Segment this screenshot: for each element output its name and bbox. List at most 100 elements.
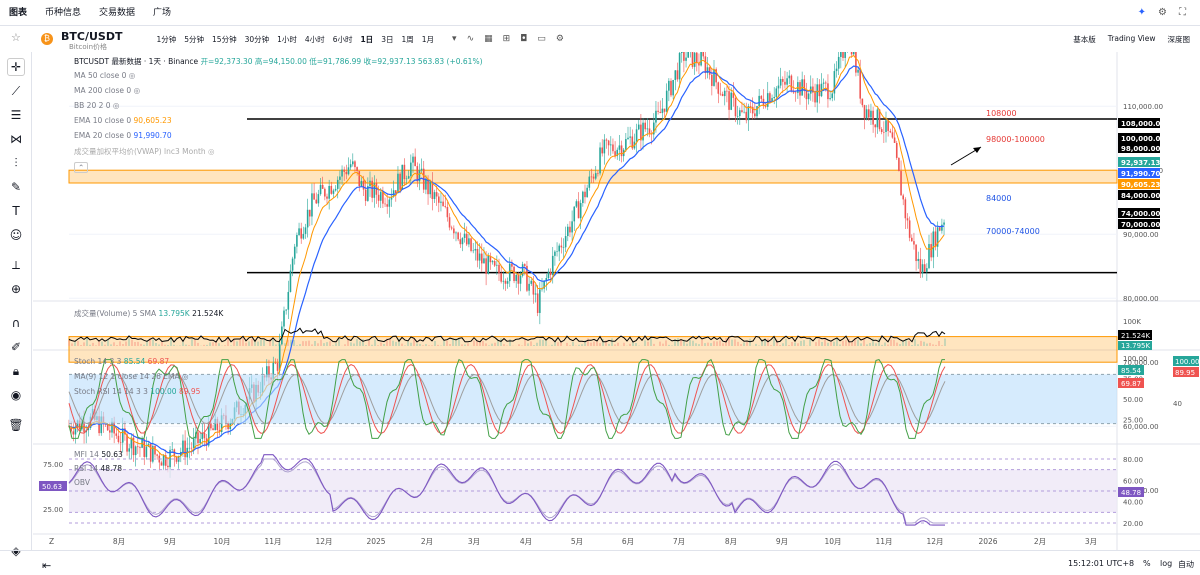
brush-icon[interactable]: ✎ [7,178,25,196]
candle-body [919,258,922,274]
interval-10[interactable]: 1月 [418,34,438,45]
candle-body [870,110,872,118]
lock-drawing-icon[interactable]: ✐ [7,338,25,356]
candle-body [816,84,818,103]
stoch-legend[interactable]: Stoch 14 3 3 85.54 69.87 [74,357,169,366]
tab-square[interactable]: 广场 [144,0,180,26]
stoch-tag: 85.54 [1121,367,1142,375]
clock-readout[interactable]: 15:12:01 UTC+8 [1068,559,1134,568]
candle-body [876,109,879,128]
calendar-icon[interactable]: ⇤ [42,559,51,572]
interval-0[interactable]: 1分钟 [152,34,180,45]
candle-body [868,109,870,118]
interval-6[interactable]: 6小时 [329,34,357,45]
chart-toolbar: ☆ ₿ BTC/USDT Bitcoin价格 1分钟 5分钟 15分钟 30分钟 1小时… [0,27,1200,52]
fib-icon[interactable]: ⫶ [7,154,25,172]
mfi-legend[interactable]: MFI 14 50.63 [74,450,123,459]
candle-body [377,194,380,201]
stoch-ma-legend[interactable]: MA(9) 12 1 close 14 26 EMA ◎ [74,372,189,381]
crosshair-icon[interactable]: ✛ [7,58,25,76]
dropdown-icon[interactable]: ▾ [452,34,457,44]
sparkle-icon[interactable]: ✦ [1138,7,1146,18]
candle-body [590,176,593,178]
layout-icon[interactable]: ▦ [484,34,493,44]
interval-7[interactable]: 1日 [356,34,377,45]
interval-4[interactable]: 1小时 [273,34,301,45]
fullscreen-icon[interactable]: ⛶ [1179,7,1186,18]
ruler-icon[interactable]: ⟂ [7,256,25,274]
candle-body [592,176,595,179]
eye-icon[interactable]: ◉ [7,386,25,404]
auto-toggle[interactable]: 自动 [1178,559,1194,570]
legend-bb[interactable]: BB 20 2 0 ◎ [74,101,119,110]
symbol-title[interactable]: BTC/USDT [61,30,122,43]
candle-body [829,98,831,100]
candle-body [837,56,840,69]
view-depth[interactable]: 深度图 [1168,34,1191,45]
interval-8[interactable]: 3日 [377,34,397,45]
rsi-legend[interactable]: RSI 14 48.78 [74,464,122,473]
horizontal-lines-icon[interactable]: ☰ [7,106,25,124]
trash-icon[interactable]: 🗑︎ [7,416,25,434]
stoch-rsi-legend[interactable]: Stoch RSI 14 14 3 3 100.00 89.95 [74,387,200,396]
emoji-icon[interactable]: ☺ [7,226,25,244]
legend-ema10[interactable]: EMA 10 close 0 90,605.23 [74,116,172,125]
tab-coin-info[interactable]: 币种信息 [36,0,90,26]
candle-body [549,271,552,276]
candle-body [137,446,139,448]
zoom-in-icon[interactable]: ⊕ [7,280,25,298]
legend-ma200[interactable]: MA 200 close 0 ◎ [74,86,140,95]
tab-chart[interactable]: 图表 [0,0,36,26]
lock-icon[interactable]: 🔒︎ [7,362,25,380]
interval-1[interactable]: 5分钟 [180,34,208,45]
obv-legend[interactable]: OBV [74,478,90,487]
pattern-icon[interactable]: ⋈ [7,130,25,148]
interval-2[interactable]: 15分钟 [208,34,241,45]
percent-toggle[interactable]: % [1143,559,1151,568]
candle-body [498,264,500,274]
gear-icon[interactable]: ⚙ [556,34,564,44]
collapse-legend-button[interactable]: ⌃ [74,162,89,173]
candle-body [736,116,739,117]
candle-body [285,309,287,311]
eye-off-icon[interactable]: ◎ [129,71,136,80]
candle-body [513,266,515,282]
stoch-rsi-tag: 100.00 [1175,358,1200,366]
compare-icon[interactable]: ⊞ [503,34,511,44]
bitcoin-logo-icon: ₿ [41,33,53,45]
candle-body [771,98,773,102]
price-tick: 80,000.00 [1123,295,1159,303]
view-tradingview[interactable]: Trading View [1108,34,1156,45]
candle-body [470,238,472,251]
eye-icon[interactable]: ◎ [208,147,215,156]
text-icon[interactable]: T [7,202,25,220]
eye-off-icon[interactable]: ◎ [113,101,120,110]
eye-off-icon[interactable]: ◎ [134,86,141,95]
candle-body [554,251,556,256]
tab-trading-data[interactable]: 交易数据 [90,0,144,26]
trendline-icon[interactable]: ⟋ [7,82,25,100]
settings-icon[interactable]: ⚙ [1158,7,1167,18]
indicator-icon[interactable]: ∿ [467,34,475,44]
eye-icon[interactable]: ◎ [182,372,189,381]
interval-3[interactable]: 30分钟 [241,34,274,45]
legend-ema20[interactable]: EMA 20 close 0 91,990.70 [74,131,172,140]
candle-body [192,438,195,448]
price-tag: 92,937.13 [1121,159,1161,167]
view-basic[interactable]: 基本版 [1073,34,1096,45]
candle-body [302,233,305,239]
legend-vwap[interactable]: 成交量加权平均价(VWAP) lnc3 Month ◎ [74,146,215,157]
chart-canvas[interactable]: 10800098000-1000008400070000-74000130,00… [33,19,1200,550]
camera-icon[interactable]: ◘ [520,34,527,44]
legend-ma50[interactable]: MA 50 close 0 ◎ [74,71,135,80]
volume-legend[interactable]: 成交量(Volume) 5 SMA 13.795K 21.524K [74,308,223,319]
price-tag: 90,605.23 [1121,181,1161,189]
favorite-star-icon[interactable]: ☆ [11,31,21,44]
magnet-icon[interactable]: ∩ [7,314,25,332]
candle-body [463,233,466,238]
interval-9[interactable]: 1周 [397,34,417,45]
save-icon[interactable]: ▭ [537,34,546,44]
log-toggle[interactable]: log [1160,559,1172,568]
interval-5[interactable]: 4小时 [301,34,329,45]
chart-area[interactable]: 10800098000-1000008400070000-74000130,00… [33,19,1200,550]
